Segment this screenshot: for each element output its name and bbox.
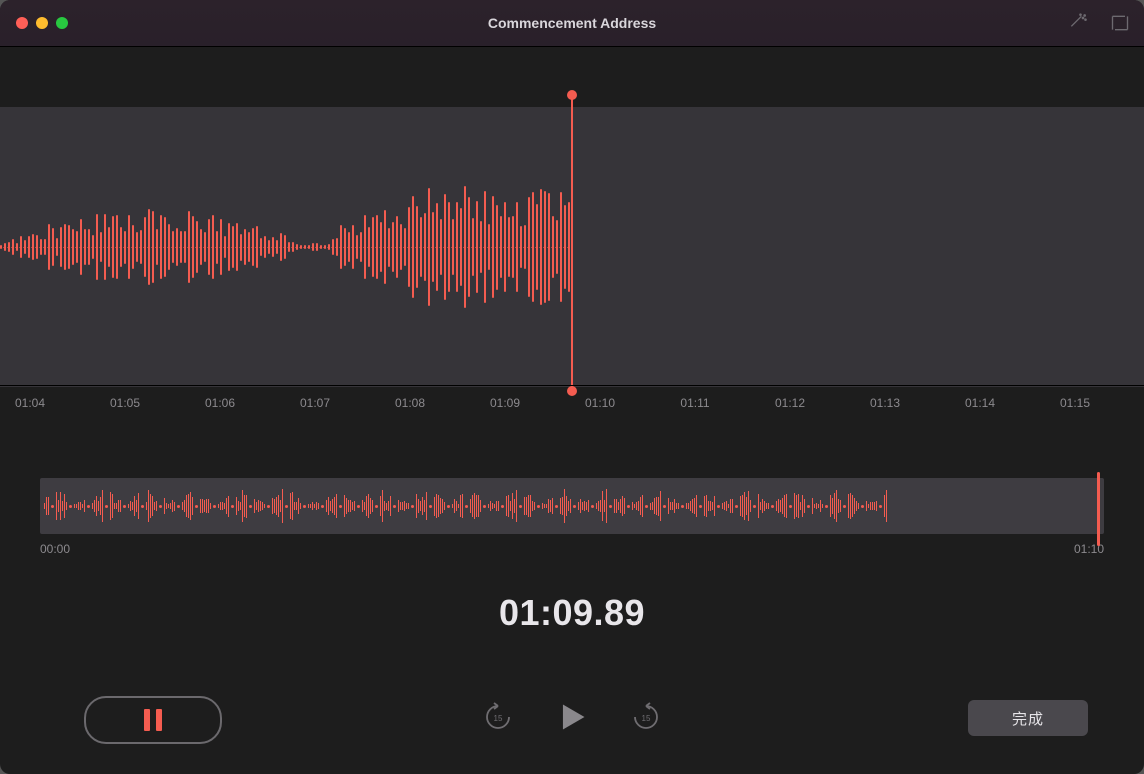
ruler-tick: 01:10: [585, 396, 615, 410]
ruler-tick: 01:08: [395, 396, 425, 410]
close-window-button[interactable]: [16, 17, 28, 29]
ruler-tick: 01:12: [775, 396, 805, 410]
overview-section: 00:00 01:10: [0, 428, 1144, 556]
ruler-tick: 01:11: [680, 396, 709, 410]
skip-back-15-button[interactable]: 15: [483, 702, 513, 732]
pause-icon: [144, 709, 162, 731]
pause-recording-button[interactable]: [84, 696, 222, 744]
svg-text:15: 15: [494, 714, 503, 723]
waveform: [0, 107, 572, 387]
window-controls: [0, 17, 68, 29]
overview-start-label: 00:00: [40, 542, 70, 556]
playhead[interactable]: [571, 95, 573, 391]
ruler-tick: 01:14: [965, 396, 995, 410]
overview-cursor[interactable]: [1097, 472, 1100, 546]
play-button[interactable]: [555, 700, 589, 734]
minimize-window-button[interactable]: [36, 17, 48, 29]
time-ruler[interactable]: 01:04 01:05 01:06 01:07 01:08 01:09 01:10 01:11…: [0, 385, 1144, 428]
svg-text:15: 15: [642, 714, 651, 723]
trim-icon[interactable]: [1110, 13, 1130, 33]
skip-forward-15-button[interactable]: 15: [631, 702, 661, 732]
ruler-tick: 01:06: [205, 396, 235, 410]
window-title: Commencement Address: [0, 15, 1144, 31]
ruler-tick: 01:15: [1060, 396, 1090, 410]
ruler-tick: 01:09: [490, 396, 520, 410]
titlebar: Commencement Address: [0, 0, 1144, 47]
ruler-tick: 01:07: [300, 396, 330, 410]
ruler-tick: 01:04: [15, 396, 45, 410]
maximize-window-button[interactable]: [56, 17, 68, 29]
waveform-area[interactable]: [0, 47, 1144, 385]
enhance-icon[interactable]: [1068, 13, 1088, 33]
titlebar-actions: [1068, 13, 1130, 33]
elapsed-time: 01:09.89: [0, 592, 1144, 634]
transport-controls: 15 15 完成: [0, 690, 1144, 746]
ruler-tick: 01:05: [110, 396, 140, 410]
voice-memos-window: Commencement Address: [0, 0, 1144, 774]
overview-waveform: [44, 478, 1094, 534]
overview-track[interactable]: [40, 478, 1104, 534]
ruler-tick: 01:13: [870, 396, 900, 410]
done-button[interactable]: 完成: [968, 700, 1088, 736]
